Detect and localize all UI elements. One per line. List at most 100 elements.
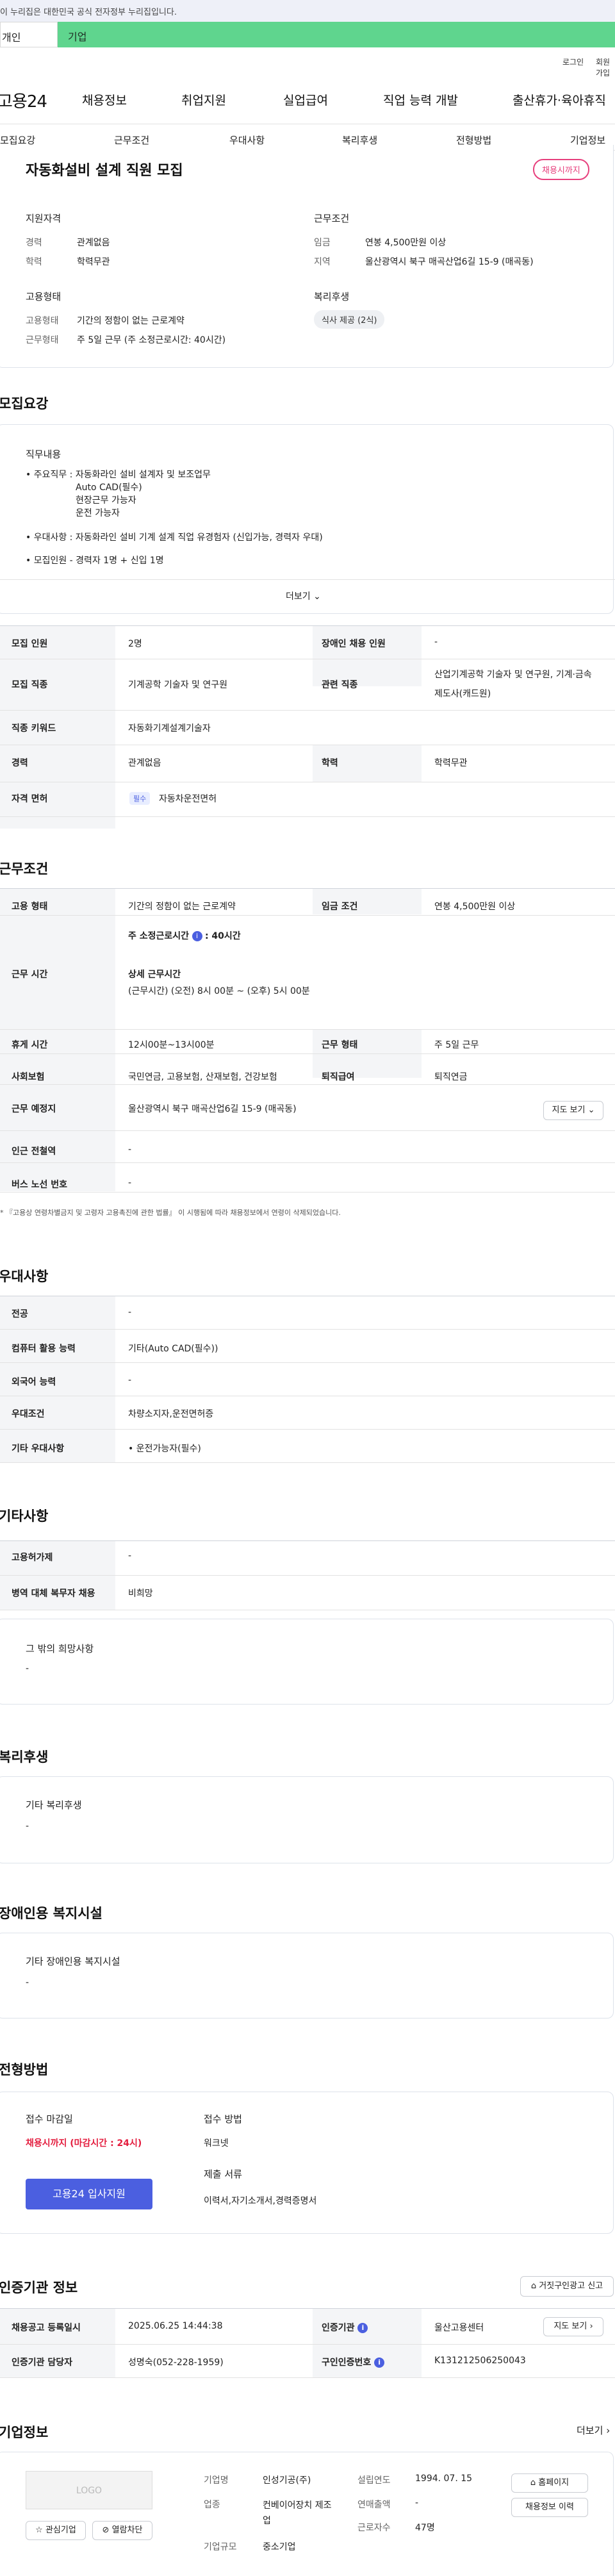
td-retirement: 퇴직연금	[434, 1072, 468, 1082]
agency-map-button[interactable]: 지도 보기 ›	[543, 2317, 603, 2336]
emp-value-type: 기간의 정함이 없는 근로계약	[77, 316, 184, 326]
qual-key-career: 경력	[26, 238, 42, 248]
th-employment-type: 고용 형태	[12, 902, 48, 912]
favorite-company-button[interactable]: ☆ 관심기업	[26, 2521, 86, 2540]
homepage-button[interactable]: ⌂ 홈페이지	[511, 2473, 588, 2493]
report-icon: ⌂	[530, 2281, 537, 2291]
row-divider	[0, 1429, 615, 1430]
td-language: -	[128, 1375, 132, 1385]
info-icon[interactable]: i	[357, 2323, 368, 2333]
gov-banner: 이 누리집은 대한민국 공식 전자정부 누리집입니다.	[0, 0, 615, 22]
company-more-link[interactable]: 더보기 ›	[577, 2423, 610, 2437]
favorite-company-label: 관심기업	[45, 2525, 76, 2535]
company-value-founded: 1994. 07. 15	[415, 2473, 473, 2484]
company-key-employees: 근로자수	[357, 2523, 391, 2533]
gnb-jobs[interactable]: 채용정보	[82, 91, 127, 108]
other-wishes-card	[0, 1619, 614, 1705]
job-line-cad: Auto CAD(필수)	[76, 483, 142, 493]
th-work-permit: 고용허가제	[12, 1553, 53, 1563]
qual-value-education: 학력무관	[77, 257, 110, 267]
more-divider	[0, 579, 615, 580]
td-license: 자동차운전면허	[159, 794, 217, 804]
deadline-label: 접수 마감일	[26, 2113, 73, 2125]
th-subway: 인근 전철역	[12, 1146, 56, 1157]
signup-link[interactable]: 회원가입	[596, 56, 615, 78]
th-posted-at: 채용공고 등록일시	[12, 2323, 81, 2333]
th-work-hours: 근무 시간	[12, 970, 48, 980]
info-icon[interactable]: i	[374, 2357, 385, 2368]
th-keyword: 직종 키워드	[12, 723, 56, 734]
company-value-size: 중소기업	[263, 2542, 296, 2552]
apply-button[interactable]: 고용24 입사지원	[26, 2179, 152, 2209]
td-career: 관계없음	[128, 758, 161, 768]
emp-key-shape: 근무형태	[26, 335, 59, 345]
site-logo[interactable]: 고용24	[0, 88, 47, 112]
th-education: 학력	[322, 758, 338, 768]
th-other-preference: 기타 우대사항	[12, 1444, 65, 1454]
company-value-name: 인성기공(주)	[263, 2475, 311, 2486]
td-cert-number: K131212506250043	[434, 2356, 526, 2366]
row-divider	[0, 1575, 615, 1576]
work-table-bottom	[0, 1192, 615, 1193]
tab-personal[interactable]: 개인	[0, 22, 58, 47]
page: 이 누리집은 대한민국 공식 전자정부 누리집입니다. 개인 기업 로그인 회원…	[0, 0, 615, 2576]
job-line-main: • 주요직무 : 자동화라인 설비 설계자 및 보조업무	[26, 470, 211, 480]
td-major: -	[128, 1307, 132, 1317]
th-insurance: 사회보험	[12, 1072, 45, 1082]
recruit-section-title: 모집요강	[0, 396, 49, 411]
row-divider	[0, 1329, 615, 1330]
row-divider	[0, 1162, 615, 1163]
info-icon[interactable]: i	[192, 931, 202, 941]
deadline-value: 채용시까지 (마감시간 : 24시)	[26, 2138, 142, 2149]
tab-company-label: 기업	[68, 31, 87, 43]
detail-hours-label: 상세 근무시간	[128, 970, 181, 980]
company-key-size: 기업규모	[204, 2542, 237, 2552]
row-divider	[0, 1130, 615, 1131]
selection-section-title: 전형방법	[0, 2062, 49, 2077]
th-language: 외국어 능력	[12, 1377, 56, 1387]
job-description-heading: 직무내용	[26, 449, 62, 460]
company-key-name: 기업명	[204, 2475, 229, 2486]
age-discrimination-note: * 『고용상 연령차별금지 및 고령자 고용촉진에 관한 법률』 이 시행됨에 …	[0, 1209, 341, 1217]
work-map-button[interactable]: 지도 보기 ⌄	[543, 1101, 603, 1120]
company-section-title: 기업정보	[0, 2425, 49, 2440]
td-work-location: 울산광역시 북구 매곡산업6길 15-9 (매곡동)	[128, 1104, 297, 1114]
td-posted-at: 2025.06.25 14:44:38	[128, 2321, 223, 2331]
more-button[interactable]: 더보기 ⌄	[286, 590, 321, 602]
disabled-box-value: -	[26, 1977, 29, 1988]
job-title: 자동화설비 설계 직원 모집	[26, 163, 183, 179]
th-cert-number-label: 구인인증번호	[322, 2357, 372, 2368]
company-key-industry: 업종	[204, 2500, 220, 2510]
td-related-job-line2: 제도사(캐드원)	[434, 689, 491, 699]
gnb-unemployment-benefit[interactable]: 실업급여	[283, 91, 328, 108]
emp-key-type: 고용형태	[26, 316, 59, 326]
work-map-button-label: 지도 보기	[552, 1105, 586, 1115]
login-link[interactable]: 로그인	[562, 56, 584, 67]
recruit-th-col2-a	[313, 626, 422, 686]
home-icon: ⌂	[530, 2478, 536, 2488]
job-line-preferred: • 우대사항 : 자동화라인 설비 기계 설계 직업 유경험자 (신입가능, 경…	[26, 533, 323, 543]
company-key-revenue: 연매출액	[357, 2500, 391, 2510]
td-bus: -	[128, 1178, 132, 1188]
block-company-button[interactable]: ⊘ 열람차단	[92, 2521, 152, 2540]
tab-company[interactable]: 기업	[58, 22, 615, 47]
false-ad-report-label: 거짓구인광고 신고	[539, 2281, 603, 2291]
th-career: 경력	[12, 758, 28, 768]
welfare-box-title: 기타 복리후생	[26, 1799, 82, 1811]
gnb-maternity-leave[interactable]: 출산휴가·육아휴직	[512, 91, 606, 108]
th-license: 자격 면허	[12, 794, 48, 804]
disabled-card	[0, 1933, 614, 2019]
job-history-button[interactable]: 채용정보 이력	[511, 2498, 588, 2517]
gnb-employment-support[interactable]: 취업지원	[181, 91, 226, 108]
work-section-title: 근무조건	[0, 861, 49, 877]
gnb-job-training[interactable]: 직업 능력 개발	[383, 91, 458, 108]
td-military-alternative: 비희망	[128, 1589, 153, 1599]
other-wishes-title: 그 밖의 희망사항	[26, 1643, 94, 1655]
disabled-box-title: 기타 장애인용 복지시설	[26, 1956, 120, 1967]
company-more-label: 더보기	[577, 2425, 603, 2436]
th-agency-label: 인증기관	[322, 2323, 355, 2333]
agency-section-title: 인증기관 정보	[0, 2280, 78, 2295]
false-ad-report-button[interactable]: ⌂ 거짓구인광고 신고	[520, 2276, 614, 2297]
td-work-permit: -	[128, 1551, 132, 1561]
job-description-card	[0, 424, 614, 614]
